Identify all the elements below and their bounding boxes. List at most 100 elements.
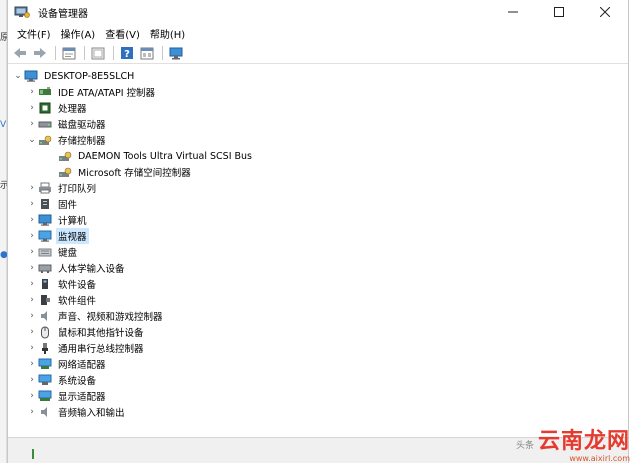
storage-controller-icon bbox=[58, 165, 72, 179]
watermark-prefix: 头条 bbox=[515, 441, 534, 451]
title-bar[interactable]: 设备管理器 bbox=[8, 0, 628, 24]
tree-item[interactable]: › 网络适配器 bbox=[26, 356, 108, 372]
chevron-right-icon[interactable]: › bbox=[26, 388, 38, 404]
chevron-right-icon[interactable]: › bbox=[26, 212, 38, 228]
tree-item[interactable]: › 音频输入和输出 bbox=[26, 404, 127, 420]
storage-controller-icon bbox=[38, 133, 52, 147]
tree-root[interactable]: ⌄ DESKTOP-8E5SLCH bbox=[12, 68, 136, 84]
tree-item[interactable]: › 系统设备 bbox=[26, 372, 98, 388]
chevron-down-icon[interactable]: ⌄ bbox=[12, 68, 24, 84]
chevron-right-icon[interactable]: › bbox=[26, 308, 38, 324]
tree-item[interactable]: ⌄ 存储控制器 bbox=[26, 132, 108, 148]
toolbar-separator bbox=[162, 46, 163, 60]
forward-icon bbox=[34, 48, 46, 58]
tree-item[interactable]: › 通用串行总线控制器 bbox=[26, 340, 146, 356]
tree-item-label: 打印队列 bbox=[58, 184, 97, 195]
tree-item[interactable]: › 监视器 bbox=[26, 228, 89, 244]
maximize-icon bbox=[554, 7, 564, 17]
edge-mark: V bbox=[0, 120, 7, 130]
update-driver-button[interactable] bbox=[89, 44, 107, 62]
menu-help[interactable]: 帮助(H) bbox=[145, 26, 190, 41]
tree-item[interactable]: › 磁盘驱动器 bbox=[26, 116, 108, 132]
tree-item[interactable]: › 计算机 bbox=[26, 212, 89, 228]
tree-item-label: 系统设备 bbox=[58, 376, 97, 387]
update-driver-icon bbox=[91, 47, 105, 59]
maximize-button[interactable] bbox=[536, 0, 582, 24]
firmware-icon bbox=[38, 197, 52, 211]
chevron-right-icon[interactable]: › bbox=[26, 260, 38, 276]
tree-item[interactable]: › 鼠标和其他指针设备 bbox=[26, 324, 146, 340]
chevron-right-icon[interactable]: › bbox=[26, 276, 38, 292]
back-button[interactable] bbox=[11, 44, 29, 62]
chevron-right-icon[interactable]: › bbox=[26, 404, 38, 420]
tree-item[interactable]: › 打印队列 bbox=[26, 180, 98, 196]
menu-view[interactable]: 查看(V) bbox=[100, 26, 145, 41]
window-controls bbox=[490, 0, 628, 24]
chevron-right-icon[interactable]: › bbox=[26, 180, 38, 196]
hid-icon bbox=[38, 261, 52, 275]
chevron-right-icon[interactable]: › bbox=[26, 84, 38, 100]
forward-button[interactable] bbox=[31, 44, 49, 62]
tree-item-label: 显示适配器 bbox=[58, 392, 106, 403]
tree-child-label: DAEMON Tools Ultra Virtual SCSI Bus bbox=[78, 150, 253, 162]
tree-item[interactable]: › 键盘 bbox=[26, 244, 79, 260]
tree-item-label: 通用串行总线控制器 bbox=[58, 344, 144, 355]
toolbar-separator bbox=[113, 46, 114, 60]
tree-item[interactable]: › 处理器 bbox=[26, 100, 89, 116]
chevron-right-icon[interactable]: › bbox=[26, 244, 38, 260]
disk-drive-icon bbox=[38, 117, 52, 131]
tree-item[interactable]: › 软件组件 bbox=[26, 292, 98, 308]
chevron-right-icon[interactable]: › bbox=[26, 116, 38, 132]
help-button[interactable]: ? bbox=[118, 44, 136, 62]
view-button[interactable] bbox=[138, 44, 156, 62]
close-button[interactable] bbox=[582, 0, 628, 24]
sound-icon bbox=[38, 309, 52, 323]
tree-item-label: 计算机 bbox=[58, 216, 87, 227]
tree-child-item[interactable]: DAEMON Tools Ultra Virtual SCSI Bus bbox=[58, 148, 254, 164]
chevron-right-icon[interactable]: › bbox=[26, 324, 38, 340]
tree-item[interactable]: › 显示适配器 bbox=[26, 388, 108, 404]
watermark: 头条 云南龙网 www.aixirl.com bbox=[515, 423, 630, 463]
tree-item[interactable]: › IDE ATA/ATAPI 控制器 bbox=[26, 84, 157, 100]
device-tree: ⌄ DESKTOP-8E5SLCH › IDE ATA/ATAPI 控制器 › … bbox=[8, 64, 628, 437]
properties-button[interactable] bbox=[60, 44, 78, 62]
processor-icon bbox=[38, 101, 52, 115]
chevron-right-icon[interactable]: › bbox=[26, 356, 38, 372]
chevron-right-icon[interactable]: › bbox=[26, 340, 38, 356]
tree-item-label-selected: 监视器 bbox=[56, 228, 89, 244]
back-icon bbox=[14, 48, 26, 58]
tree-item[interactable]: › 固件 bbox=[26, 196, 79, 212]
computer-icon bbox=[38, 213, 52, 227]
chevron-down-icon[interactable]: ⌄ bbox=[26, 132, 38, 148]
chevron-right-icon[interactable]: › bbox=[26, 372, 38, 388]
tree-item[interactable]: › 软件设备 bbox=[26, 276, 98, 292]
minimize-button[interactable] bbox=[490, 0, 536, 24]
tree-child-label: Microsoft 存储空间控制器 bbox=[78, 168, 191, 179]
tree-item[interactable]: › 声音、视频和游戏控制器 bbox=[26, 308, 165, 324]
tree-item-label: 软件组件 bbox=[58, 296, 97, 307]
watermark-main: 云南龙网 bbox=[537, 429, 630, 454]
taskbar-indicator bbox=[32, 449, 34, 459]
chevron-right-icon[interactable]: › bbox=[26, 100, 38, 116]
chevron-right-icon[interactable]: › bbox=[26, 196, 38, 212]
tree-item-label: 磁盘驱动器 bbox=[58, 120, 106, 131]
svg-text:?: ? bbox=[124, 49, 130, 60]
toolbar-separator bbox=[55, 46, 56, 60]
tree-child-item[interactable]: Microsoft 存储空间控制器 bbox=[58, 164, 193, 180]
chevron-right-icon[interactable]: › bbox=[26, 292, 38, 308]
menu-action[interactable]: 操作(A) bbox=[56, 26, 101, 41]
chevron-right-icon[interactable]: › bbox=[26, 228, 38, 244]
storage-controller-icon bbox=[58, 149, 72, 163]
tree-item-label: 人体学输入设备 bbox=[58, 264, 125, 275]
audio-io-icon bbox=[38, 405, 52, 419]
watermark-url: www.aixirl.com bbox=[569, 454, 630, 463]
root-label: DESKTOP-8E5SLCH bbox=[44, 70, 135, 82]
menu-file[interactable]: 文件(F) bbox=[12, 26, 56, 41]
keyboard-icon bbox=[38, 245, 52, 259]
tree-item[interactable]: › 人体学输入设备 bbox=[26, 260, 127, 276]
tree-item-label: 音频输入和输出 bbox=[58, 408, 125, 419]
software-device-icon bbox=[38, 277, 52, 291]
properties-icon bbox=[62, 47, 76, 59]
scan-hardware-button[interactable] bbox=[167, 44, 185, 62]
mouse-icon bbox=[38, 325, 52, 339]
